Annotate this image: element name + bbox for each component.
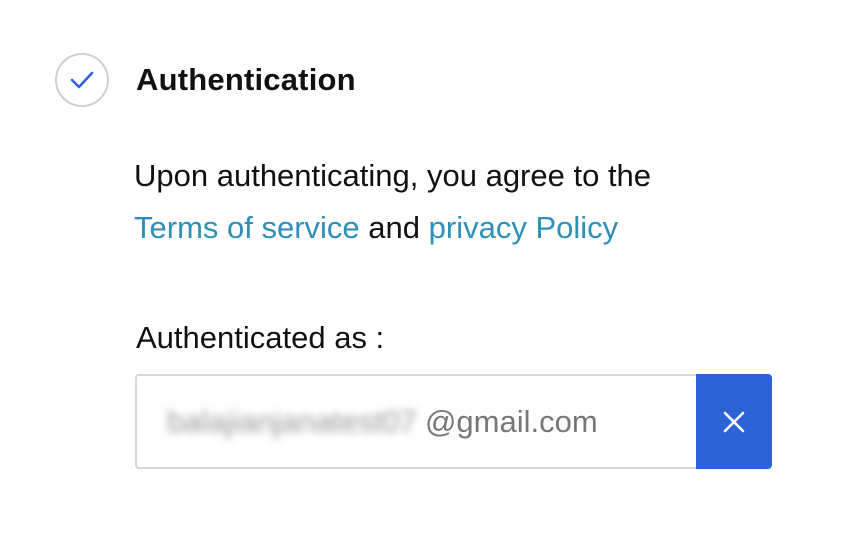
step-complete-indicator bbox=[55, 53, 109, 107]
terms-of-service-link[interactable]: Terms of service bbox=[134, 210, 360, 245]
privacy-policy-link[interactable]: privacy Policy bbox=[429, 210, 619, 245]
close-icon bbox=[723, 411, 745, 432]
agreement-line-1: Upon authenticating, you agree to the bbox=[134, 158, 652, 193]
email-domain: @gmail.com bbox=[424, 403, 598, 439]
authenticated-account: balajianjanatest07 @gmail.com bbox=[135, 374, 772, 469]
agreement-line-2: Terms of service and privacy Policy bbox=[134, 202, 814, 254]
remove-account-button[interactable] bbox=[696, 374, 772, 469]
account-email-field: balajianjanatest07 @gmail.com bbox=[135, 374, 696, 469]
check-icon bbox=[70, 71, 94, 89]
step-title: Authentication bbox=[136, 62, 356, 97]
agreement-text: Upon authenticating, you agree to the Te… bbox=[134, 150, 814, 254]
agreement-conjunction: and bbox=[368, 210, 421, 245]
authentication-panel: Authentication Upon authenticating, you … bbox=[0, 0, 852, 540]
email-username: balajianjanatest07 bbox=[167, 403, 417, 439]
authenticated-as-label: Authenticated as : bbox=[136, 320, 385, 355]
